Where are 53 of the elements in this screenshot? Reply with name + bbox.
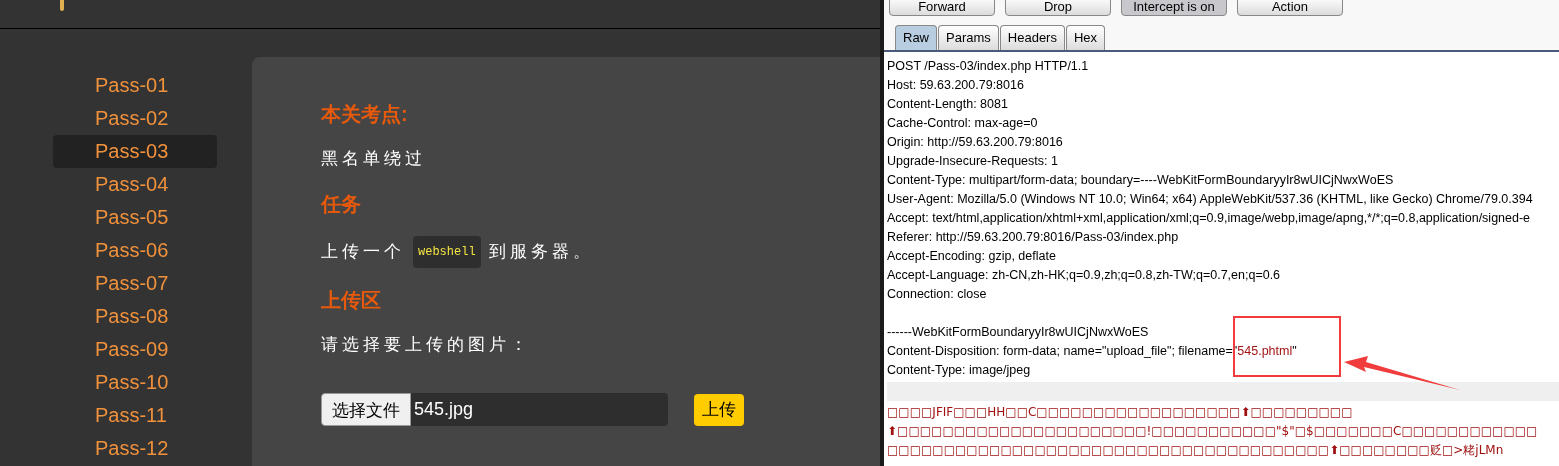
- sidebar-item[interactable]: Pass-03: [53, 135, 217, 168]
- section-text: 到服务器。: [488, 241, 594, 263]
- section-heading: 本关考点:: [321, 102, 409, 127]
- proxy-button[interactable]: Forward: [889, 0, 995, 16]
- sidebar-item[interactable]: Pass-04: [53, 168, 217, 201]
- tab[interactable]: Raw: [895, 25, 937, 50]
- request-line: Accept-Encoding: gzip, deflate: [887, 248, 1057, 265]
- sidebar-item[interactable]: Pass-12: [53, 432, 217, 465]
- request-line: Origin: http://59.63.200.79:8016: [887, 134, 1064, 151]
- upload-button[interactable]: 上传: [694, 393, 744, 426]
- request-line: Content-Type: multipart/form-data; boundary=----WebKitFormBoundaryyIr8wUICjNwxWoES: [887, 172, 1395, 189]
- tab[interactable]: Params: [938, 25, 999, 50]
- proxy-button[interactable]: Drop: [1005, 0, 1111, 16]
- binary-data-line: □□□□JFIF□□□HH□□C□□□□□□□□□□□□□□□□□□⬆□□□□□□□□□: [887, 404, 1354, 421]
- proxy-button[interactable]: Action: [1237, 0, 1343, 16]
- sidebar-item[interactable]: Pass-09: [53, 333, 217, 366]
- request-line: Host: 59.63.200.79:8016: [887, 77, 1025, 94]
- binary-data-line: ⬆□□□□□□□□□□□□□□□□□□□□□□!□□□□□□□□□□□"$"□$□□□□□□□C□□□□□□□□□□□□: [887, 423, 1539, 440]
- request-line: Content-Length: 8081: [887, 96, 1009, 113]
- filename-value: 545.phtml: [1237, 343, 1293, 360]
- sidebar-item[interactable]: Pass-10: [53, 366, 217, 399]
- logo-mark-icon: [60, 0, 64, 11]
- file-name: 545.jpg: [413, 398, 474, 421]
- request-line: Referer: http://59.63.200.79:8016/Pass-03/index.php: [887, 229, 1180, 246]
- section-heading: 任务: [321, 192, 362, 217]
- request-line: POST /Pass-03/index.php HTTP/1.1: [887, 58, 1090, 75]
- sidebar-item[interactable]: Pass-07: [53, 267, 217, 300]
- proxy-button[interactable]: Intercept is on: [1121, 0, 1227, 16]
- section-heading: 上传区: [321, 288, 382, 313]
- sidebar-item[interactable]: Pass-11: [53, 399, 217, 432]
- sidebar-item[interactable]: Pass-08: [53, 300, 217, 333]
- file-input[interactable]: 选择文件 545.jpg: [321, 393, 668, 426]
- tab[interactable]: Hex: [1065, 25, 1106, 50]
- section-text: 上传一个: [321, 241, 405, 263]
- request-line: Accept-Language: zh-CN,zh-HK;q=0.9,zh;q=0.8,zh-TW;q=0.7,en;q=0.6: [887, 267, 1282, 284]
- tab[interactable]: Headers: [999, 25, 1065, 50]
- request-line: User-Agent: Mozilla/5.0 (Windows NT 10.0; Win64; x64) AppleWebKit/537.36 (KHTML, like Gecko) Chrome/79.0.394: [887, 191, 1534, 208]
- section-text: 黑名单绕过: [321, 148, 426, 170]
- sidebar-item[interactable]: Pass-02: [53, 102, 217, 135]
- request-line: ------WebKitFormBoundaryyIr8wUICjNwxWoES: [887, 324, 1150, 341]
- code-snippet: webshell: [413, 236, 481, 268]
- sidebar-item[interactable]: Pass-06: [53, 234, 217, 267]
- sidebar-item[interactable]: Pass-01: [53, 69, 217, 102]
- request-line: Accept: text/html,application/xhtml+xml,application/xml;q=0.9,image/webp,image/apng,*/*;q=0.8,application/signed-e: [887, 210, 1532, 227]
- request-line: Upgrade-Insecure-Requests: 1: [887, 153, 1059, 170]
- sidebar-item[interactable]: Pass-05: [53, 201, 217, 234]
- binary-data-line: □□□□□□□□□□□□□□□□□□□□□□□□□□□□□□□□□□□□□□□⬆□□□□□□□□贬□>粩jLMn: [887, 442, 1505, 459]
- request-line: Connection: close: [887, 286, 988, 303]
- choose-file-button[interactable]: 选择文件: [321, 393, 411, 426]
- section-text: 请选择要上传的图片：: [321, 334, 531, 356]
- request-line: Content-Type: image/jpeg: [887, 362, 1032, 379]
- quote-mark: ": [1292, 343, 1297, 360]
- request-line: Cache-Control: max-age=0: [887, 115, 1039, 132]
